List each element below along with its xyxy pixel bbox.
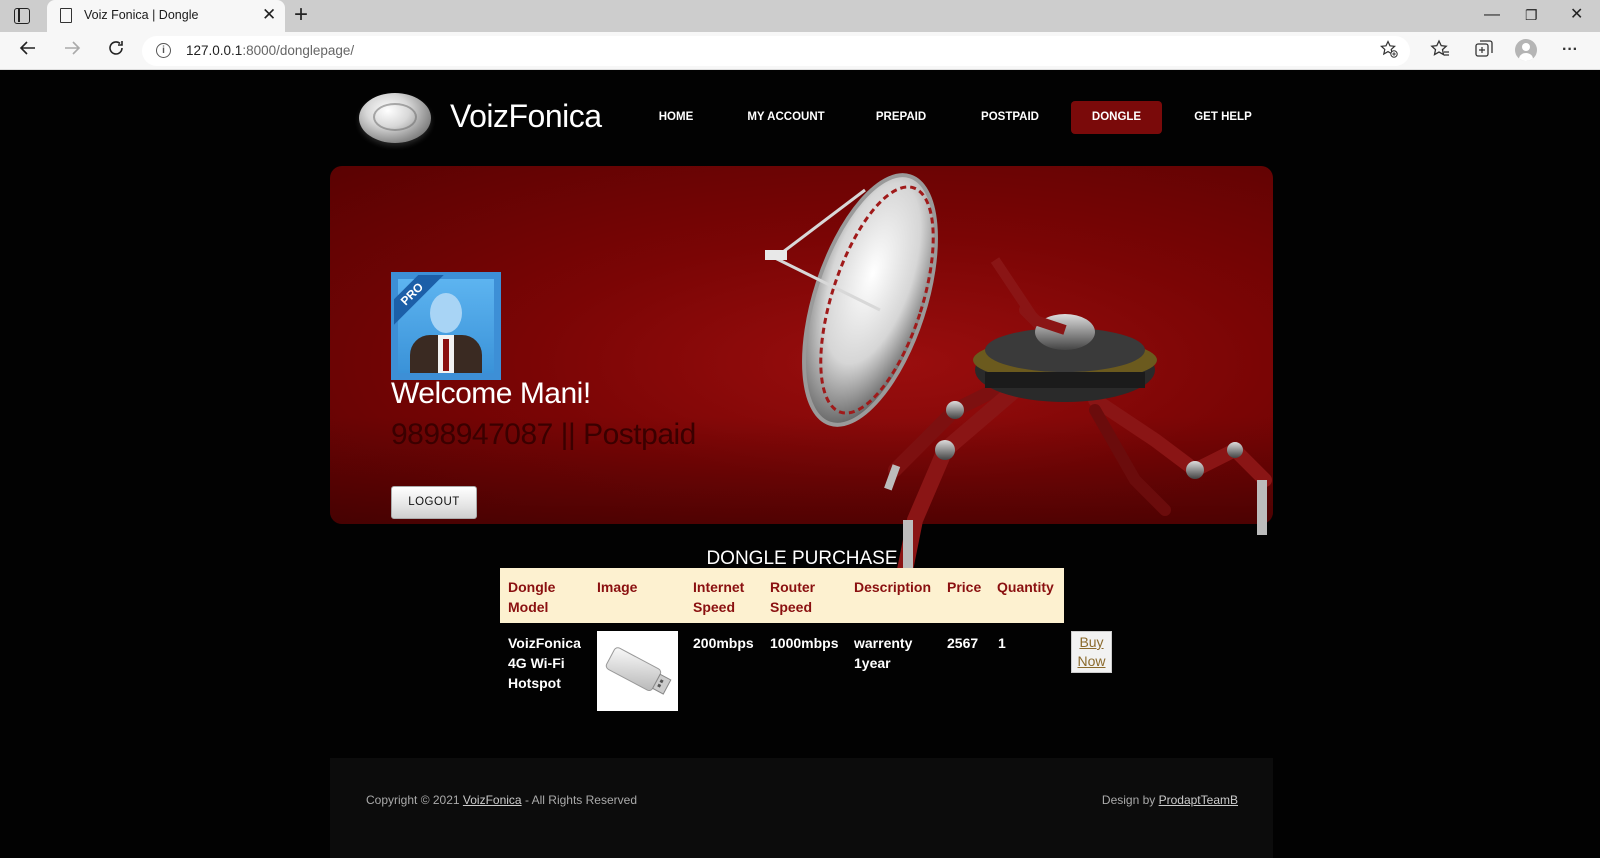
url-field[interactable]: i 127.0.0.1:8000/donglepage/ <box>142 36 1410 66</box>
avatar-tie <box>443 339 449 371</box>
nav-get-help[interactable]: GET HELP <box>1186 101 1260 134</box>
page-content: VoizFonica HOME MY ACCOUNT PREPAID POSTP… <box>0 70 1600 858</box>
th-image: Image <box>597 579 638 595</box>
designer-link[interactable]: ProdaptTeamB <box>1159 793 1238 807</box>
design-credit: Design by ProdaptTeamB <box>1101 793 1238 807</box>
copyright-text: Copyright © 2021 VoizFonica - All Rights… <box>366 793 637 807</box>
nav-dongle[interactable]: DONGLE <box>1071 101 1162 134</box>
cell-price: 2567 <box>947 635 979 651</box>
reload-icon[interactable] <box>106 38 126 64</box>
table-header: Dongle Model Image Internet Speed Router Sp… <box>500 568 1064 623</box>
satellite-robot-illustration <box>765 173 1272 570</box>
back-arrow-icon[interactable] <box>18 38 38 64</box>
browser-tab-bar: Voiz Fonica | Dongle ✕ + — ❐ ✕ <box>0 0 1600 32</box>
th-description: Description <box>854 579 932 595</box>
dongle-image <box>597 631 678 711</box>
minimize-icon[interactable]: — <box>1484 5 1500 25</box>
nav-home[interactable]: HOME <box>648 101 704 134</box>
restore-icon[interactable]: ❐ <box>1525 5 1538 25</box>
collections-icon[interactable] <box>1474 39 1494 64</box>
profile-avatar[interactable]: PRO <box>391 272 501 380</box>
window-close-icon[interactable]: ✕ <box>1570 5 1583 25</box>
section-title: DONGLE PURCHASE <box>706 548 898 569</box>
nav-prepaid[interactable]: PREPAID <box>868 101 934 134</box>
welcome-text: Welcome Mani! <box>391 377 591 410</box>
th-internet-speed: Internet Speed <box>693 579 745 615</box>
th-dongle-model: Dongle Model <box>508 579 556 615</box>
logo-globe-icon[interactable] <box>359 93 431 143</box>
browser-tab[interactable]: Voiz Fonica | Dongle ✕ <box>47 0 285 32</box>
forward-arrow-icon[interactable] <box>62 38 82 64</box>
add-favorite-icon[interactable] <box>1380 40 1398 63</box>
site-logo-text[interactable]: VoizFonica <box>450 98 602 135</box>
cell-internet-speed: 200mbps <box>693 635 754 651</box>
page-footer: Copyright © 2021 VoizFonica - All Rights… <box>330 758 1273 858</box>
th-price: Price <box>947 579 982 595</box>
th-quantity: Quantity <box>997 579 1054 595</box>
logout-button[interactable]: LOGOUT <box>391 486 477 519</box>
info-icon[interactable]: i <box>156 43 171 58</box>
tab-title: Voiz Fonica | Dongle <box>84 8 199 22</box>
buy-now-button[interactable]: Buy Now <box>1071 631 1112 673</box>
page-icon <box>60 8 72 23</box>
cell-model: VoizFonica 4G Wi-Fi Hotspot <box>508 635 581 691</box>
cell-quantity: 1 <box>998 635 1006 651</box>
nav-postpaid[interactable]: POSTPAID <box>972 101 1048 134</box>
nav-my-account[interactable]: MY ACCOUNT <box>736 101 836 134</box>
more-icon[interactable]: ··· <box>1562 39 1578 61</box>
close-tab-icon[interactable]: ✕ <box>262 5 276 25</box>
url-text: 127.0.0.1:8000/donglepage/ <box>186 43 355 58</box>
phone-plan-text: 9898947087 || Postpaid <box>391 418 696 451</box>
brand-link[interactable]: VoizFonica <box>463 793 522 807</box>
profile-icon[interactable] <box>1515 39 1537 61</box>
th-router-speed: Router Speed <box>770 579 816 615</box>
new-tab-icon[interactable]: + <box>294 2 308 28</box>
avatar-head <box>430 293 462 333</box>
cell-description: warrenty 1year <box>854 635 913 671</box>
tab-actions-icon[interactable] <box>14 8 30 24</box>
favorites-icon[interactable] <box>1430 39 1450 64</box>
address-toolbar: i 127.0.0.1:8000/donglepage/ ··· <box>0 32 1600 70</box>
cell-router-speed: 1000mbps <box>770 635 839 651</box>
